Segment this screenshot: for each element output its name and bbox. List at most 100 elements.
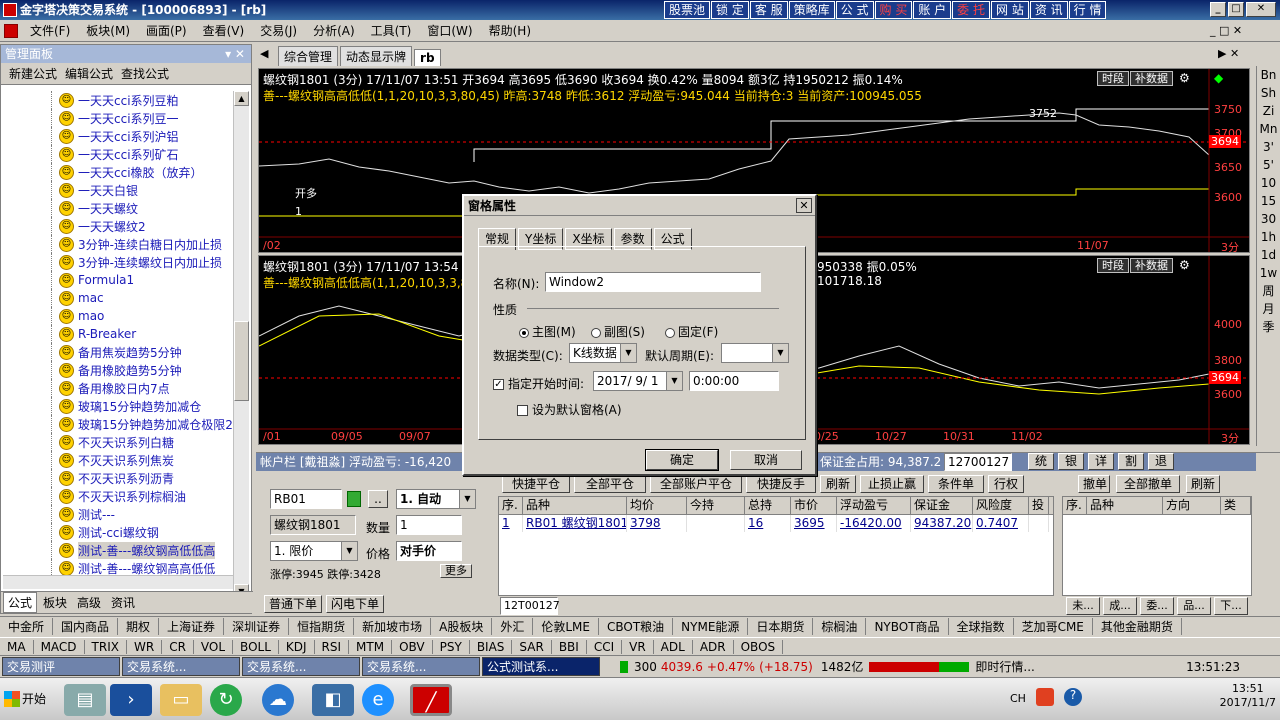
menu-item-8[interactable]: 帮助(H) xyxy=(481,22,539,39)
period-10[interactable]: 1d xyxy=(1257,246,1280,264)
category-17[interactable]: 其他金融期货 xyxy=(1093,618,1182,635)
radio-main[interactable]: 主图(M) xyxy=(519,323,576,340)
default-period-select[interactable] xyxy=(721,343,789,363)
indicator-3[interactable]: WR xyxy=(127,639,163,654)
panel-tab-2[interactable]: 高级 xyxy=(73,593,105,612)
account-select[interactable]: 12700127 xyxy=(944,453,1012,471)
menu-item-0[interactable]: 文件(F) xyxy=(22,22,78,39)
minimized-window-0[interactable]: 交易测评 xyxy=(2,657,120,676)
dialog-close-icon[interactable]: ✕ xyxy=(796,198,812,213)
category-10[interactable]: CBOT粮油 xyxy=(599,618,674,635)
ord-col-0[interactable]: 序. xyxy=(1063,497,1087,514)
formula-item[interactable]: ☺ mao xyxy=(1,307,233,325)
category-11[interactable]: NYME能源 xyxy=(673,618,749,635)
category-5[interactable]: 恒指期货 xyxy=(289,618,355,635)
period-2[interactable]: Zi xyxy=(1257,102,1280,120)
category-4[interactable]: 深圳证券 xyxy=(224,618,290,635)
trade-action-1[interactable]: 全部平仓 xyxy=(574,475,646,493)
trade-action-3[interactable]: 快捷反手 xyxy=(746,475,816,493)
start-time-check[interactable]: ✓ 指定开始时间: xyxy=(493,375,584,392)
period-0[interactable]: Bn xyxy=(1257,66,1280,84)
folder-icon[interactable]: ▭ xyxy=(160,684,202,716)
doc-tab-0[interactable]: 综合管理 xyxy=(278,46,339,66)
category-1[interactable]: 国内商品 xyxy=(53,618,119,635)
top-button-10[interactable]: 行 情 xyxy=(1068,1,1107,19)
orders-tab-1[interactable]: 成... xyxy=(1103,597,1137,615)
minimized-window-4[interactable]: 公式测试系... xyxy=(482,657,600,676)
formula-item[interactable]: ☺ 一天天螺纹2 xyxy=(1,217,233,235)
panel-close-icon[interactable]: ▾ ✕ xyxy=(225,45,245,63)
ok-button[interactable]: 确定 xyxy=(645,449,719,471)
panel-tool-1[interactable]: 编辑公式 xyxy=(65,65,113,82)
category-12[interactable]: 日本期货 xyxy=(748,618,814,635)
menu-item-5[interactable]: 分析(A) xyxy=(305,22,363,39)
trade-action-6[interactable]: 条件单 xyxy=(928,475,984,493)
ime-indicator[interactable]: CH xyxy=(1010,692,1026,705)
indicator-0[interactable]: MA xyxy=(0,639,34,654)
name-input[interactable]: Window2 xyxy=(545,272,761,292)
cancel-button[interactable]: 取消 xyxy=(730,450,802,470)
sogou-icon[interactable] xyxy=(1036,688,1054,706)
indicator-15[interactable]: CCI xyxy=(587,639,623,654)
pos-col-5[interactable]: 市价 xyxy=(791,497,837,514)
scroll-up-icon[interactable]: ▲ xyxy=(234,91,249,106)
start-time-input[interactable]: 0:00:00 xyxy=(689,371,779,391)
formula-item[interactable]: ☺ 测试-善---螺纹钢高低低高 xyxy=(1,541,233,559)
panel-tab-1[interactable]: 板块 xyxy=(39,593,71,612)
menu-item-4[interactable]: 交易(J) xyxy=(252,22,305,39)
period-11[interactable]: 1w xyxy=(1257,264,1280,282)
browse-button[interactable]: .. xyxy=(368,490,388,508)
trade-action-7[interactable]: 行权 xyxy=(988,475,1024,493)
chart2-fill-button[interactable]: 补数据 xyxy=(1130,258,1173,273)
chart1-gear-icon[interactable]: ⚙ xyxy=(1179,71,1190,85)
indicator-4[interactable]: CR xyxy=(162,639,194,654)
formula-item[interactable]: ☺ 一天天cci系列矿石 xyxy=(1,145,233,163)
trade-action-2[interactable]: 全部账户平仓 xyxy=(650,475,742,493)
trade-action-0[interactable]: 快捷平仓 xyxy=(502,475,570,493)
formula-item[interactable]: ☺ R-Breaker xyxy=(1,325,233,343)
pos-col-6[interactable]: 浮动盈亏 xyxy=(837,497,911,514)
top-button-9[interactable]: 资 讯 xyxy=(1029,1,1068,19)
table-row[interactable]: 1 RB01 螺纹钢1801 3798 16 3695 -16420.00 94387.20… xyxy=(499,515,1053,532)
more-button[interactable]: 更多 xyxy=(440,564,472,578)
lock-icon[interactable] xyxy=(347,491,361,507)
indicator-9[interactable]: MTM xyxy=(349,639,393,654)
period-4[interactable]: 3' xyxy=(1257,138,1280,156)
formula-item[interactable]: ☺ Formula1 xyxy=(1,271,233,289)
top-button-2[interactable]: 客 服 xyxy=(749,1,788,19)
symbol-input[interactable]: RB01 xyxy=(270,489,342,509)
category-15[interactable]: 全球指数 xyxy=(949,618,1014,635)
indicator-2[interactable]: TRIX xyxy=(85,639,127,654)
top-button-0[interactable]: 股票池 xyxy=(664,1,711,19)
top-button-6[interactable]: 账 户 xyxy=(913,1,952,19)
formula-item[interactable]: ☺ 不灭天识系列棕榈油 xyxy=(1,487,233,505)
close-button[interactable]: ✕ xyxy=(1246,2,1276,17)
panel-tab-3[interactable]: 资讯 xyxy=(107,593,139,612)
start-date-picker[interactable]: 2017/ 9/ 1 xyxy=(593,371,683,391)
top-button-3[interactable]: 策略库 xyxy=(788,1,835,19)
formula-item[interactable]: ☺ 一天天cci系列沪铝 xyxy=(1,127,233,145)
chart1-flag-icon[interactable]: ◆ xyxy=(1214,71,1223,85)
qty-input[interactable]: 1 xyxy=(396,515,462,535)
pos-col-8[interactable]: 风险度 xyxy=(973,497,1029,514)
scroll-thumb[interactable] xyxy=(234,321,249,401)
category-6[interactable]: 新加坡市场 xyxy=(354,618,432,635)
period-6[interactable]: 10 xyxy=(1257,174,1280,192)
radio-fixed[interactable]: 固定(F) xyxy=(665,323,718,340)
ord-col-3[interactable]: 类 xyxy=(1221,497,1251,514)
pos-col-1[interactable]: 品种 xyxy=(523,497,627,514)
indicator-13[interactable]: SAR xyxy=(512,639,552,654)
period-8[interactable]: 30 xyxy=(1257,210,1280,228)
ie-icon[interactable]: e xyxy=(362,684,394,716)
realtime-label[interactable]: 即时行情... xyxy=(975,658,1034,675)
formula-item[interactable]: ☺ 3分钟-连续螺纹日内加止损 xyxy=(1,253,233,271)
indicator-17[interactable]: ADL xyxy=(654,639,693,654)
indicator-6[interactable]: BOLL xyxy=(233,639,279,654)
account-mini-4[interactable]: 退 xyxy=(1148,453,1174,470)
formula-item[interactable]: ☺ 玻璃15分钟趋势加减仓 xyxy=(1,397,233,415)
category-3[interactable]: 上海证券 xyxy=(159,618,225,635)
trade-action-5[interactable]: 止损止赢 xyxy=(860,475,924,493)
category-8[interactable]: 外汇 xyxy=(492,618,534,635)
formula-item[interactable]: ☺ 一天天cci系列豆一 xyxy=(1,109,233,127)
formula-item[interactable]: ☺ 测试--- xyxy=(1,505,233,523)
